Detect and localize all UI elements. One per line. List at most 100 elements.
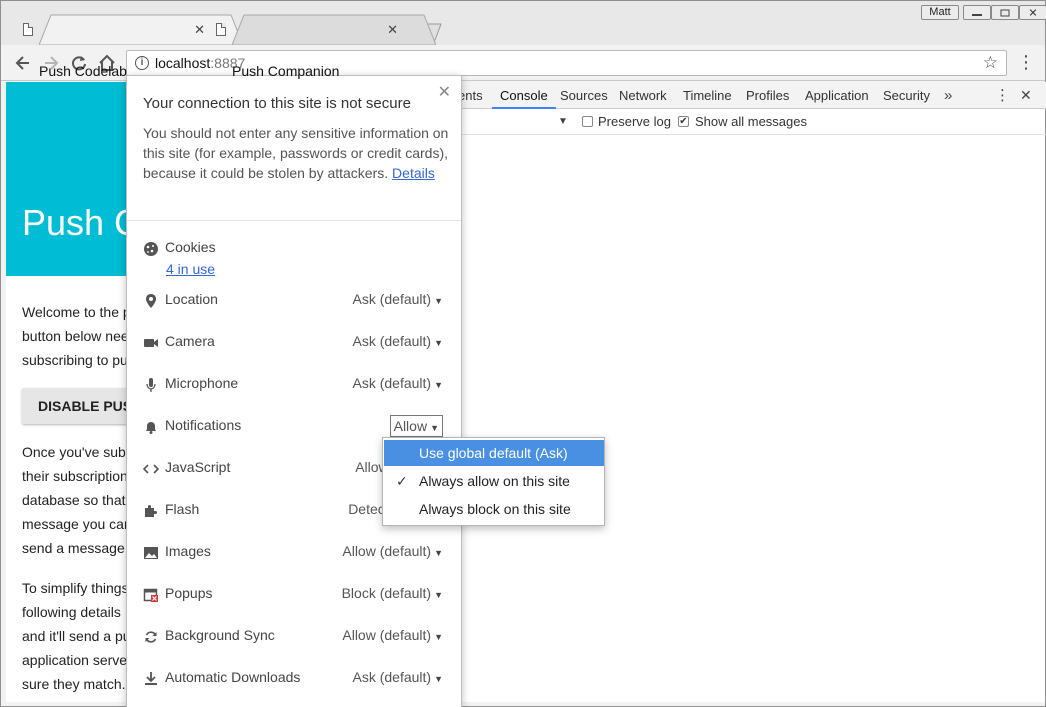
show-all-messages-checkbox[interactable]: ✔ <box>678 116 689 127</box>
sync-icon <box>145 631 157 643</box>
document-icon <box>23 23 33 36</box>
permission-value: Ask (default) <box>352 669 432 685</box>
cookie-icon <box>144 242 158 256</box>
permission-select[interactable]: Ask (default) ▼ <box>352 375 443 391</box>
tab-title: Push Companion <box>232 63 340 79</box>
permission-row-microphone: Microphone Ask (default) ▼ <box>143 373 443 397</box>
permission-row-background-sync: Background Sync Allow (default) ▼ <box>143 625 443 649</box>
body-line: send a message <box>22 540 125 556</box>
permission-select[interactable]: Allow (default) ▼ <box>342 543 443 559</box>
close-icon[interactable]: ✕ <box>438 82 451 102</box>
download-icon <box>145 672 157 685</box>
show-all-messages-label: Show all messages <box>695 114 807 129</box>
permission-value: Block (default) <box>341 585 432 601</box>
body-line: message you can <box>22 516 132 532</box>
permission-select[interactable]: Ask (default) ▼ <box>352 291 443 307</box>
tab-application[interactable]: Application <box>805 82 869 109</box>
permission-value: Ask (default) <box>352 375 432 391</box>
permission-label: JavaScript <box>165 459 231 475</box>
details-link[interactable]: Details <box>392 165 435 181</box>
code-icon <box>143 464 159 474</box>
simplify-line: sure they match. <box>22 676 126 692</box>
intro-line: Welcome to the p <box>22 304 131 320</box>
dropdown-arrow-icon: ▼ <box>434 590 443 600</box>
close-icon: ✕ <box>1028 7 1038 19</box>
permission-label: Automatic Downloads <box>165 669 301 685</box>
dropdown-arrow-icon: ▼ <box>430 423 439 433</box>
permission-select[interactable]: Ask (default) ▼ <box>352 669 443 685</box>
close-icon[interactable]: ✕ <box>194 14 205 45</box>
cookies-in-use-link[interactable]: 4 in use <box>166 261 215 277</box>
permission-select[interactable]: Allow ▼ <box>389 415 443 437</box>
url-host: localhost <box>155 55 211 71</box>
permission-label: Microphone <box>165 375 239 391</box>
preserve-log-checkbox[interactable] <box>582 116 593 127</box>
dropdown-arrow-icon: ▼ <box>434 338 443 348</box>
dropdown-arrow-icon: ▼ <box>434 380 443 390</box>
tab-strip: Push Codelab ✕ Push Companion ✕ Matt ✕ <box>1 1 1046 79</box>
page-title: Push C <box>22 202 141 243</box>
checkmark-icon: ✓ <box>396 473 408 489</box>
permission-label: Images <box>165 543 211 559</box>
tab-shape <box>38 14 244 46</box>
tab-profiles[interactable]: Profiles <box>746 82 789 109</box>
dropdown-arrow-icon: ▼ <box>434 632 443 642</box>
tab-console[interactable]: Console <box>492 82 556 109</box>
close-icon[interactable]: ✕ <box>387 14 398 45</box>
filter-caret-icon[interactable]: ▼ <box>558 116 568 127</box>
bookmark-star-icon[interactable]: ☆ <box>983 53 998 73</box>
preserve-log-label: Preserve log <box>598 114 671 129</box>
permission-row-notifications: Notifications Allow ▼ <box>143 415 443 439</box>
intro-line: subscribing to pu <box>22 352 128 368</box>
permission-select[interactable]: Block (default) ▼ <box>342 585 443 601</box>
menu-item-label: Always allow on this site <box>419 473 570 489</box>
body-line: database so that <box>22 492 126 508</box>
dropdown-arrow-icon: ▼ <box>434 296 443 306</box>
popup-blocked-icon <box>143 588 158 602</box>
maximize-icon <box>1000 9 1010 16</box>
maximize-button[interactable] <box>991 5 1019 20</box>
bell-icon <box>146 422 156 434</box>
permission-label: Camera <box>165 333 215 349</box>
browser-window: Push Codelab ✕ Push Companion ✕ Matt ✕ i <box>0 0 1046 707</box>
profile-button[interactable]: Matt <box>921 5 959 20</box>
info-icon[interactable]: i <box>135 56 149 70</box>
microphone-icon <box>146 378 156 392</box>
tab-timeline[interactable]: Timeline <box>683 82 732 109</box>
menu-item-always-block[interactable]: Always block on this site <box>384 496 604 522</box>
tab-push-companion[interactable]: Push Companion ✕ <box>204 14 437 79</box>
tab-security[interactable]: Security <box>883 82 930 109</box>
permission-label: Popups <box>165 585 213 601</box>
cookies-label: Cookies <box>165 239 216 255</box>
overflow-chevron-icon[interactable]: » <box>944 82 952 109</box>
permission-value: Ask (default) <box>352 291 432 307</box>
permission-select[interactable]: Allow (default) ▼ <box>342 627 443 643</box>
menu-item-use-global-default[interactable]: Use global default (Ask) <box>384 440 604 466</box>
window-close-button[interactable]: ✕ <box>1019 5 1046 20</box>
minimize-button[interactable] <box>963 5 991 20</box>
tab-title: Push Codelab <box>39 63 127 79</box>
tab-shape <box>231 14 437 46</box>
back-button[interactable] <box>13 53 33 73</box>
browser-menu-icon[interactable]: ⋮ <box>1017 52 1035 73</box>
permission-value: Allow (default) <box>342 627 432 643</box>
cookies-row: Cookies <box>143 237 443 261</box>
permission-label: Background Sync <box>165 627 275 643</box>
image-icon <box>144 547 158 559</box>
tab-push-codelab[interactable]: Push Codelab ✕ <box>11 14 244 79</box>
permission-label: Flash <box>165 501 200 517</box>
dropdown-arrow-icon: ▼ <box>434 674 443 684</box>
tab-sources[interactable]: Sources <box>560 82 608 109</box>
menu-item-always-allow[interactable]: ✓ Always allow on this site <box>384 468 604 494</box>
permission-row-automatic-downloads: Automatic Downloads Ask (default) ▼ <box>143 667 443 691</box>
devtools-tabbar: ents Console Sources Network Timeline Pr… <box>458 82 1046 109</box>
tab-network[interactable]: Network <box>619 82 667 109</box>
permission-value: Ask (default) <box>352 333 432 349</box>
permission-select[interactable]: Ask (default) ▼ <box>352 333 443 349</box>
close-icon[interactable]: ✕ <box>1020 82 1032 109</box>
permission-row-camera: Camera Ask (default) ▼ <box>143 331 443 355</box>
simplify-line: following details <box>22 604 121 620</box>
body-line: Once you've sub <box>22 444 126 460</box>
more-options-icon[interactable]: ⋮ <box>995 82 1010 109</box>
notifications-dropdown-menu: Use global default (Ask) ✓ Always allow … <box>382 437 605 526</box>
